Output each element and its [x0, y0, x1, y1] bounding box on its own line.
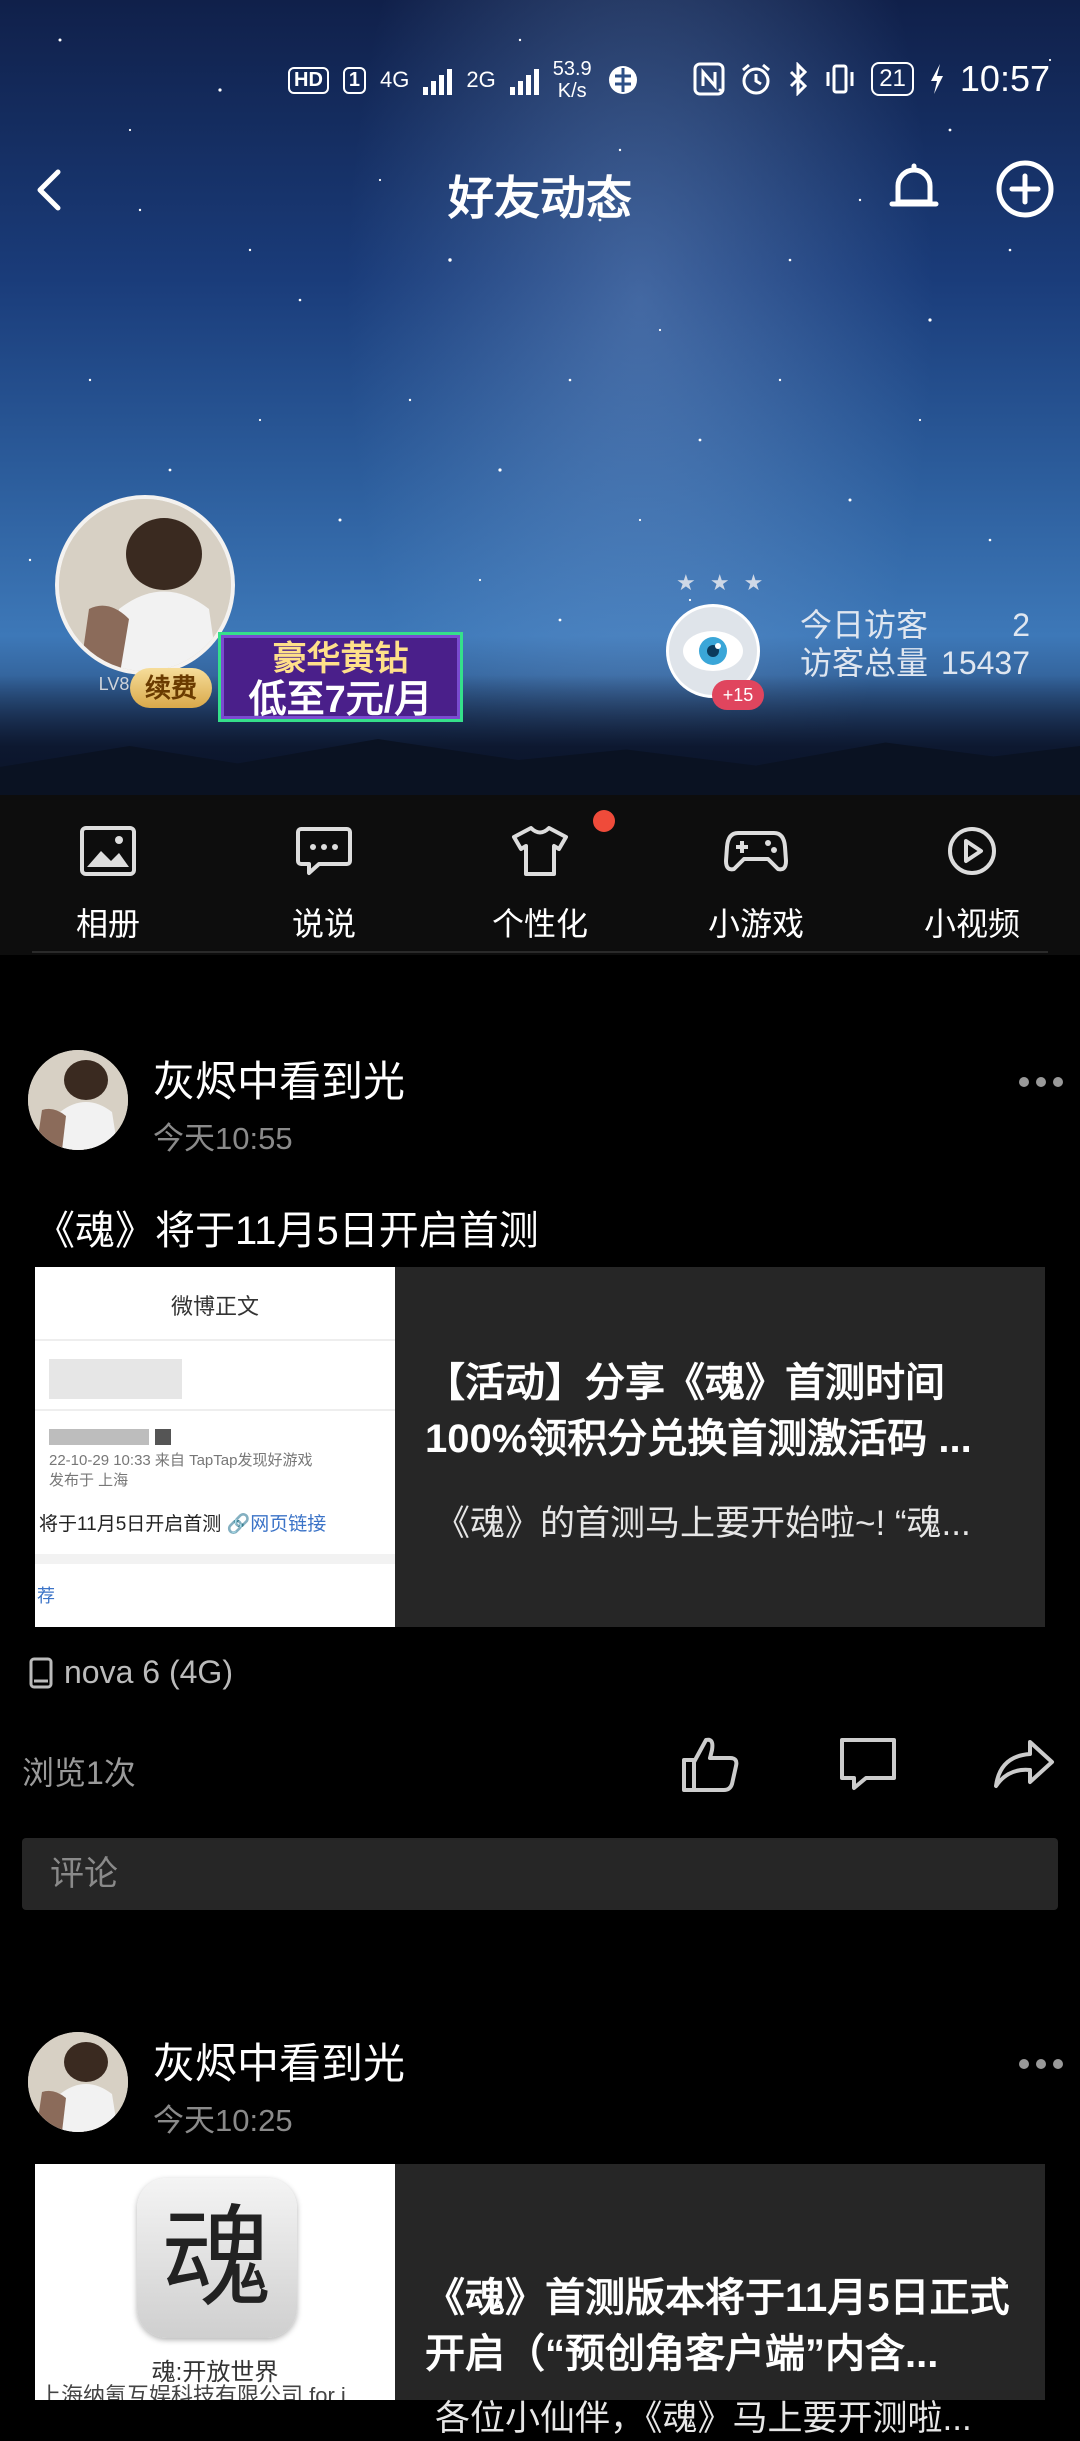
thumb-location: 发布于 上海 [49, 1472, 129, 1489]
vibrate-icon [826, 64, 854, 94]
post-timestamp: 今天10:25 [153, 2103, 293, 2138]
post-author-avatar[interactable] [28, 2032, 128, 2132]
post-device: nova 6 (4G) [28, 1654, 233, 1691]
avatar-illustration [28, 2032, 128, 2132]
speed-value: 53.9 [552, 58, 592, 80]
link-card-description: 《魂》的首测马上要开始啦~! “魂... [435, 1504, 971, 1543]
link-card-title: 【活动】分享《魂》首测时间100%领积分兑换首测激活码 ... [425, 1361, 972, 1461]
shortcut-shuoshuo-label: 说说 [291, 906, 356, 942]
shortcut-personalize[interactable]: 个性化 [432, 795, 648, 955]
shared-link-card[interactable]: 微博正文 22-10-29 10:33 来自 TapTap发现好游戏 发布于 上… [35, 1267, 1045, 1627]
vip-promo-line1: 豪华黄钻 [272, 640, 409, 678]
app-thumbnail: 魂 魂:开放世界 上海纳氪互娱科技有限公司 for i [35, 2164, 395, 2400]
divider [32, 951, 1048, 953]
shortcut-shortvideo-label: 小视频 [923, 906, 1020, 942]
battery-indicator: 21 [871, 62, 914, 96]
shortcut-album[interactable]: 相册 [0, 795, 216, 955]
sim-badge: 1 [342, 66, 367, 94]
device-name: nova 6 (4G) [64, 1654, 233, 1690]
network-speed: 53.9 K/s [553, 58, 592, 102]
vip-promo-line2: 低至7元/月 [248, 679, 433, 721]
today-visitors-label: 今日访客 [800, 607, 929, 643]
shortcut-minigame-label: 小游戏 [707, 906, 804, 942]
more-options-icon[interactable] [1016, 2054, 1066, 2074]
comment-icon[interactable] [836, 1732, 900, 1796]
shortcut-shuoshuo[interactable]: 说说 [216, 795, 432, 955]
post-timestamp: 今天10:55 [153, 1121, 293, 1156]
play-circle-icon [948, 827, 996, 875]
new-indicator-dot [593, 810, 615, 832]
signal-icon [423, 65, 453, 95]
status-bar: HD 1 4G 2G 53.9 K/s 21 10:57 [0, 52, 1080, 112]
vpn-icon [608, 66, 637, 94]
signal-icon-2 [509, 65, 539, 95]
app-icon: 魂 [137, 2178, 297, 2338]
shared-link-card[interactable]: 魂 魂:开放世界 上海纳氪互娱科技有限公司 for i 《魂》首测版本将于11月… [35, 2164, 1045, 2438]
new-visitors-badge: +15 [712, 680, 764, 710]
app-company: 上海纳氪互娱科技有限公司 for i [39, 2383, 346, 2400]
network-type-1: 4G [380, 67, 410, 92]
add-post-icon[interactable] [994, 158, 1056, 220]
alarm-icon [742, 63, 771, 95]
total-visitors-value: 15437 [941, 645, 1030, 681]
phone-icon [29, 1657, 53, 1688]
thumb-body: 将于11月5日开启首测 🔗网页链接 [35, 1509, 395, 1536]
post-author-name[interactable]: 灰烬中看到光 [153, 2030, 405, 2091]
photo-album-icon [80, 826, 136, 876]
renew-button[interactable]: 续费 [130, 668, 212, 708]
charging-icon [930, 64, 943, 94]
total-visitors-label: 访客总量 [800, 645, 929, 681]
shortcut-minigame[interactable]: 小游戏 [648, 795, 864, 955]
thumb-body-text: 将于11月5日开启首测 [39, 1514, 222, 1535]
thumb-footer: 荐 [37, 1586, 55, 1606]
visitor-stars-decoration: ★ ★ ★ [676, 570, 768, 595]
notification-bell-icon[interactable] [884, 158, 944, 222]
network-type-2: 2G [466, 67, 496, 92]
chat-bubble-icon [296, 827, 352, 875]
visitor-stats[interactable]: 今日访客 2 访客总量 15437 [800, 606, 1030, 682]
shortcut-bar: 相册 说说 个性化 小游戏 小视频 [0, 795, 1080, 955]
thumb-header: 微博正文 [170, 1294, 259, 1319]
gamepad-icon [724, 831, 788, 872]
comment-input[interactable]: 评论 [22, 1838, 1058, 1910]
post-author-name[interactable]: 灰烬中看到光 [153, 1048, 405, 1109]
vip-promo-banner[interactable]: 豪华黄钻 低至7元/月 [218, 632, 463, 722]
top-navigation: 好友动态 [0, 150, 1080, 230]
share-icon[interactable] [992, 1732, 1056, 1796]
link-thumbnail: 微博正文 22-10-29 10:33 来自 TapTap发现好游戏 发布于 上… [35, 1267, 395, 1627]
avatar-illustration [28, 1050, 128, 1150]
view-count: 浏览1次 [22, 1755, 136, 1791]
bluetooth-icon [790, 62, 808, 96]
link-card-title: 《魂》首测版本将于11月5日正式开启（“预创角客户端”内含... [425, 2276, 1010, 2376]
tshirt-icon [512, 826, 568, 876]
shortcut-shortvideo[interactable]: 小视频 [864, 795, 1080, 955]
today-visitors-value: 2 [1012, 607, 1030, 643]
speed-unit: K/s [557, 80, 587, 102]
shortcut-album-label: 相册 [75, 906, 140, 942]
nfc-icon [693, 62, 725, 96]
thumb-link: 🔗网页链接 [226, 1514, 327, 1535]
thumb-meta: 22-10-29 10:33 来自 TapTap发现好游戏 [49, 1452, 313, 1469]
avatar-illustration [59, 499, 231, 671]
post-author-avatar[interactable] [28, 1050, 128, 1150]
more-options-icon[interactable] [1016, 1072, 1066, 1092]
post-text: 《魂》将于11月5日开启首测 [35, 1209, 539, 1253]
user-avatar[interactable] [55, 495, 235, 675]
clock: 10:57 [959, 58, 1050, 99]
link-card-description: 各位小仙伴，《魂》马上要开测啦... [435, 2399, 972, 2438]
like-icon[interactable] [678, 1732, 742, 1796]
shortcut-personalize-label: 个性化 [491, 906, 588, 942]
hd-badge: HD [288, 66, 329, 94]
